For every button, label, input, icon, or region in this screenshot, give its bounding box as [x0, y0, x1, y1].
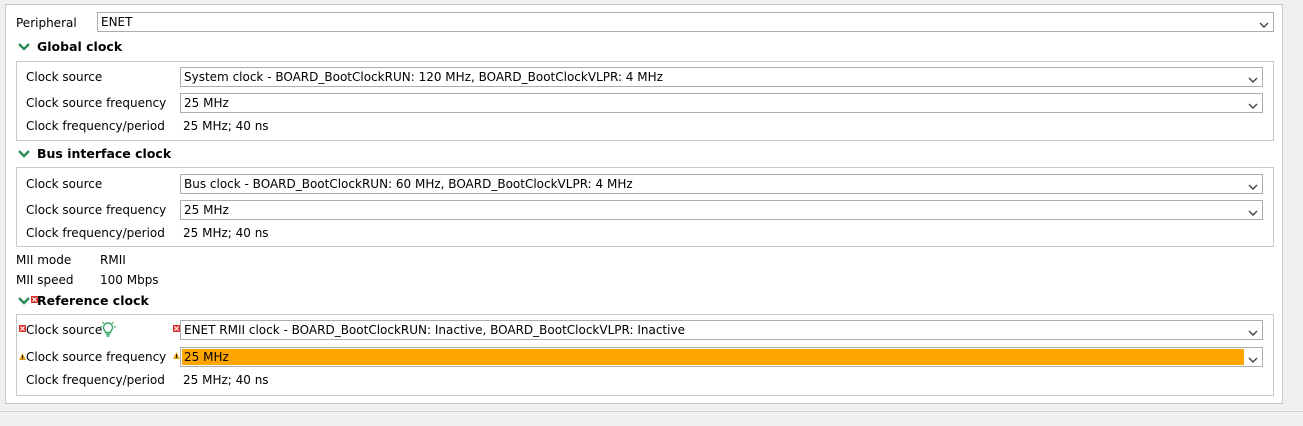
reference-clock-period-label: Clock frequency/period [26, 373, 165, 387]
reference-clock-freq-value: 25 MHz [184, 350, 229, 364]
global-clock-header[interactable]: Global clock [37, 39, 122, 54]
warning-highlight [182, 349, 1244, 365]
dropdown-arrow-icon [1248, 326, 1258, 336]
mii-speed-value: 100 Mbps [100, 273, 159, 287]
mii-mode-label: MII mode [16, 253, 72, 267]
chevron-down-icon[interactable] [17, 295, 31, 307]
mii-speed-label: MII speed [16, 273, 74, 287]
dropdown-arrow-icon [1248, 353, 1258, 363]
dropdown-arrow-icon [1248, 180, 1258, 190]
bus-clock-source-value: Bus clock - BOARD_BootClockRUN: 60 MHz, … [184, 177, 633, 191]
bus-clock-freq-value: 25 MHz [184, 203, 229, 217]
reference-clock-source-value: ENET RMII clock - BOARD_BootClockRUN: In… [184, 323, 685, 337]
reference-clock-source-label: Clock source [26, 323, 103, 337]
warning-marker-icon [19, 349, 26, 360]
bus-clock-source-select[interactable]: Bus clock - BOARD_BootClockRUN: 60 MHz, … [180, 174, 1263, 194]
chevron-down-icon[interactable] [17, 41, 31, 53]
reference-clock-period-value: 25 MHz; 40 ns [183, 373, 269, 387]
dropdown-arrow-icon [1248, 99, 1258, 109]
peripheral-label: Peripheral [16, 16, 77, 30]
warning-marker-icon [173, 348, 180, 359]
lightbulb-icon[interactable] [99, 320, 117, 338]
global-clock-freq-label: Clock source frequency [26, 96, 167, 110]
chevron-down-icon[interactable] [17, 148, 31, 160]
dropdown-arrow-icon [1259, 18, 1269, 28]
reference-clock-freq-label: Clock source frequency [26, 350, 167, 364]
global-clock-source-select[interactable]: System clock - BOARD_BootClockRUN: 120 M… [180, 67, 1263, 87]
error-marker-icon [19, 321, 26, 332]
dropdown-arrow-icon [1248, 73, 1258, 83]
reference-clock-header[interactable]: Reference clock [37, 293, 149, 308]
divider [0, 411, 1303, 412]
global-clock-freq-select[interactable]: 25 MHz [180, 93, 1263, 113]
reference-clock-source-select[interactable]: ENET RMII clock - BOARD_BootClockRUN: In… [180, 320, 1263, 340]
global-clock-source-label: Clock source [26, 70, 103, 84]
mii-mode-value: RMII [100, 253, 126, 267]
bus-clock-period-value: 25 MHz; 40 ns [183, 226, 269, 240]
bus-clock-period-label: Clock frequency/period [26, 226, 165, 240]
bus-clock-freq-select[interactable]: 25 MHz [180, 200, 1263, 220]
peripheral-select[interactable]: ENET [97, 12, 1274, 32]
reference-clock-freq-select[interactable]: 25 MHz [180, 347, 1263, 367]
global-clock-source-value: System clock - BOARD_BootClockRUN: 120 M… [184, 70, 663, 84]
global-clock-freq-value: 25 MHz [184, 96, 229, 110]
global-clock-period-label: Clock frequency/period [26, 119, 165, 133]
dropdown-arrow-icon [1248, 206, 1258, 216]
bus-clock-header[interactable]: Bus interface clock [37, 146, 171, 161]
peripheral-value: ENET [101, 15, 133, 29]
global-clock-period-value: 25 MHz; 40 ns [183, 119, 269, 133]
bus-clock-freq-label: Clock source frequency [26, 203, 167, 217]
bus-clock-source-label: Clock source [26, 177, 103, 191]
error-marker-icon [173, 321, 180, 332]
